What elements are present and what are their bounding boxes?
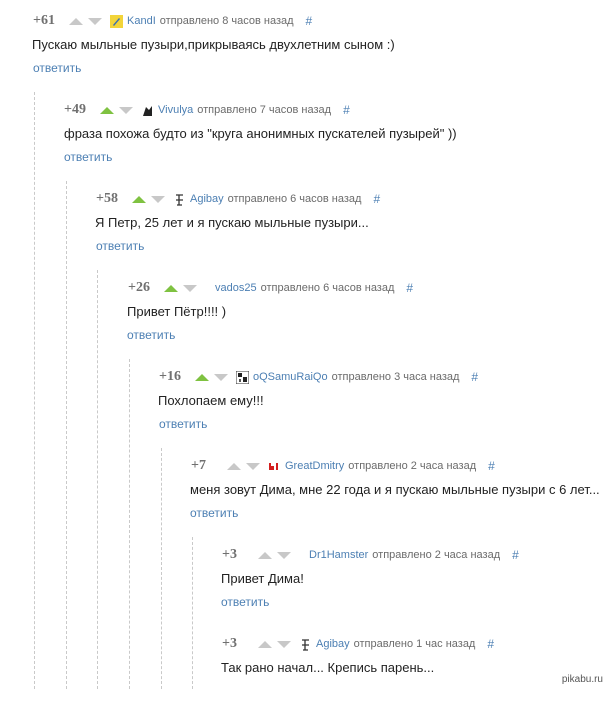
comment-timestamp: отправлено 7 часов назад: [197, 104, 332, 116]
username-link[interactable]: vados25: [215, 282, 257, 294]
reply-link[interactable]: ответить: [127, 328, 175, 342]
comment: +58 Agibay отправлено 6 часов назад # Я …: [0, 189, 607, 278]
comment-permalink[interactable]: #: [488, 459, 495, 473]
avatar[interactable]: [110, 14, 123, 28]
username-link[interactable]: Dr1Hamster: [309, 549, 368, 561]
comment-timestamp: отправлено 1 час назад: [353, 638, 476, 650]
downvote-arrow-icon[interactable]: [214, 373, 228, 381]
avatar[interactable]: [205, 282, 211, 295]
username-link[interactable]: oQSamuRaiQo: [253, 371, 328, 383]
comment-text: Так рано начал... Крепись парень...: [221, 660, 435, 675]
comment-text: Я Петр, 25 лет и я пускаю мыльные пузыри…: [95, 215, 369, 230]
upvote-arrow-icon[interactable]: [100, 106, 114, 114]
username-link[interactable]: KandI: [127, 15, 156, 27]
comment: +3 Agibay отправлено 1 час назад # Так р…: [0, 634, 607, 723]
reply-link[interactable]: ответить: [33, 61, 81, 75]
downvote-arrow-icon[interactable]: [119, 106, 133, 114]
comment-rating: +61: [33, 13, 55, 28]
comment-rating: +58: [96, 191, 118, 206]
downvote-arrow-icon[interactable]: [88, 17, 102, 25]
comment: +61 KandI отправлено 8 часов назад # Пус…: [0, 11, 607, 100]
upvote-arrow-icon[interactable]: [132, 195, 146, 203]
comment-rating: +7: [191, 458, 206, 473]
comment-permalink[interactable]: #: [406, 281, 413, 295]
avatar[interactable]: [173, 192, 186, 206]
reply-link[interactable]: ответить: [64, 150, 112, 164]
comment-permalink[interactable]: #: [343, 103, 350, 117]
comment-rating: +26: [128, 280, 150, 295]
comment-permalink[interactable]: #: [512, 548, 519, 562]
comment: +7 GreatDmitry отправлено 2 часа назад #…: [0, 456, 607, 545]
comment-timestamp: отправлено 3 часа назад: [331, 371, 460, 383]
comment-text: Похлопаем ему!!!: [158, 393, 264, 408]
downvote-arrow-icon[interactable]: [246, 462, 260, 470]
comment-text: меня зовут Дима, мне 22 года и я пускаю …: [190, 482, 600, 497]
comment-timestamp: отправлено 8 часов назад: [159, 15, 294, 27]
comment-permalink[interactable]: #: [306, 14, 313, 28]
avatar[interactable]: [141, 103, 154, 117]
comment: +26 vados25 отправлено 6 часов назад # П…: [0, 278, 607, 367]
comment: +16 oQSamuRaiQo отправлено 3 часа назад …: [0, 367, 607, 456]
comment: +49 Vivulya отправлено 7 часов назад # ф…: [0, 100, 607, 189]
comment-permalink[interactable]: #: [373, 192, 380, 206]
comment-timestamp: отправлено 6 часов назад: [227, 193, 362, 205]
downvote-arrow-icon[interactable]: [277, 551, 291, 559]
avatar[interactable]: [235, 370, 250, 384]
reply-link[interactable]: ответить: [96, 239, 144, 253]
avatar[interactable]: [299, 549, 305, 562]
username-link[interactable]: Agibay: [316, 638, 350, 650]
upvote-arrow-icon[interactable]: [195, 373, 209, 381]
upvote-arrow-icon[interactable]: [69, 17, 83, 25]
upvote-arrow-icon[interactable]: [258, 640, 272, 648]
reply-link[interactable]: ответить: [221, 595, 269, 609]
comment-rating: +3: [222, 636, 237, 651]
comment-text: Пускаю мыльные пузыри,прикрываясь двухле…: [32, 37, 395, 52]
username-link[interactable]: GreatDmitry: [285, 460, 344, 472]
downvote-arrow-icon[interactable]: [151, 195, 165, 203]
downvote-arrow-icon[interactable]: [277, 640, 291, 648]
comment-rating: +3: [222, 547, 237, 562]
comment-text: Привет Пётр!!!! ): [127, 304, 227, 319]
username-link[interactable]: Agibay: [190, 193, 224, 205]
upvote-arrow-icon[interactable]: [164, 284, 178, 292]
reply-link[interactable]: ответить: [190, 506, 238, 520]
upvote-arrow-icon[interactable]: [227, 462, 241, 470]
comment-timestamp: отправлено 2 часа назад: [372, 549, 501, 561]
comment-text: фраза похожа будто из "круга анонимных п…: [64, 126, 457, 141]
username-link[interactable]: Vivulya: [158, 104, 193, 116]
downvote-arrow-icon[interactable]: [183, 284, 197, 292]
comment-timestamp: отправлено 2 часа назад: [348, 460, 477, 472]
comment-permalink[interactable]: #: [471, 370, 478, 384]
upvote-arrow-icon[interactable]: [258, 551, 272, 559]
comment: +3 Dr1Hamster отправлено 2 часа назад # …: [0, 545, 607, 634]
comment-permalink[interactable]: #: [487, 637, 494, 651]
comment-rating: +16: [159, 369, 181, 384]
avatar[interactable]: [299, 637, 312, 651]
comment-text: Привет Дима!: [221, 571, 304, 586]
reply-link[interactable]: ответить: [159, 417, 207, 431]
comment-timestamp: отправлено 6 часов назад: [260, 282, 395, 294]
comment-rating: +49: [64, 102, 86, 117]
comments-page: { "comments": [ {"rating":"+61","up_acti…: [0, 0, 607, 689]
avatar[interactable]: [268, 460, 281, 473]
watermark: pikabu.ru: [561, 674, 603, 685]
